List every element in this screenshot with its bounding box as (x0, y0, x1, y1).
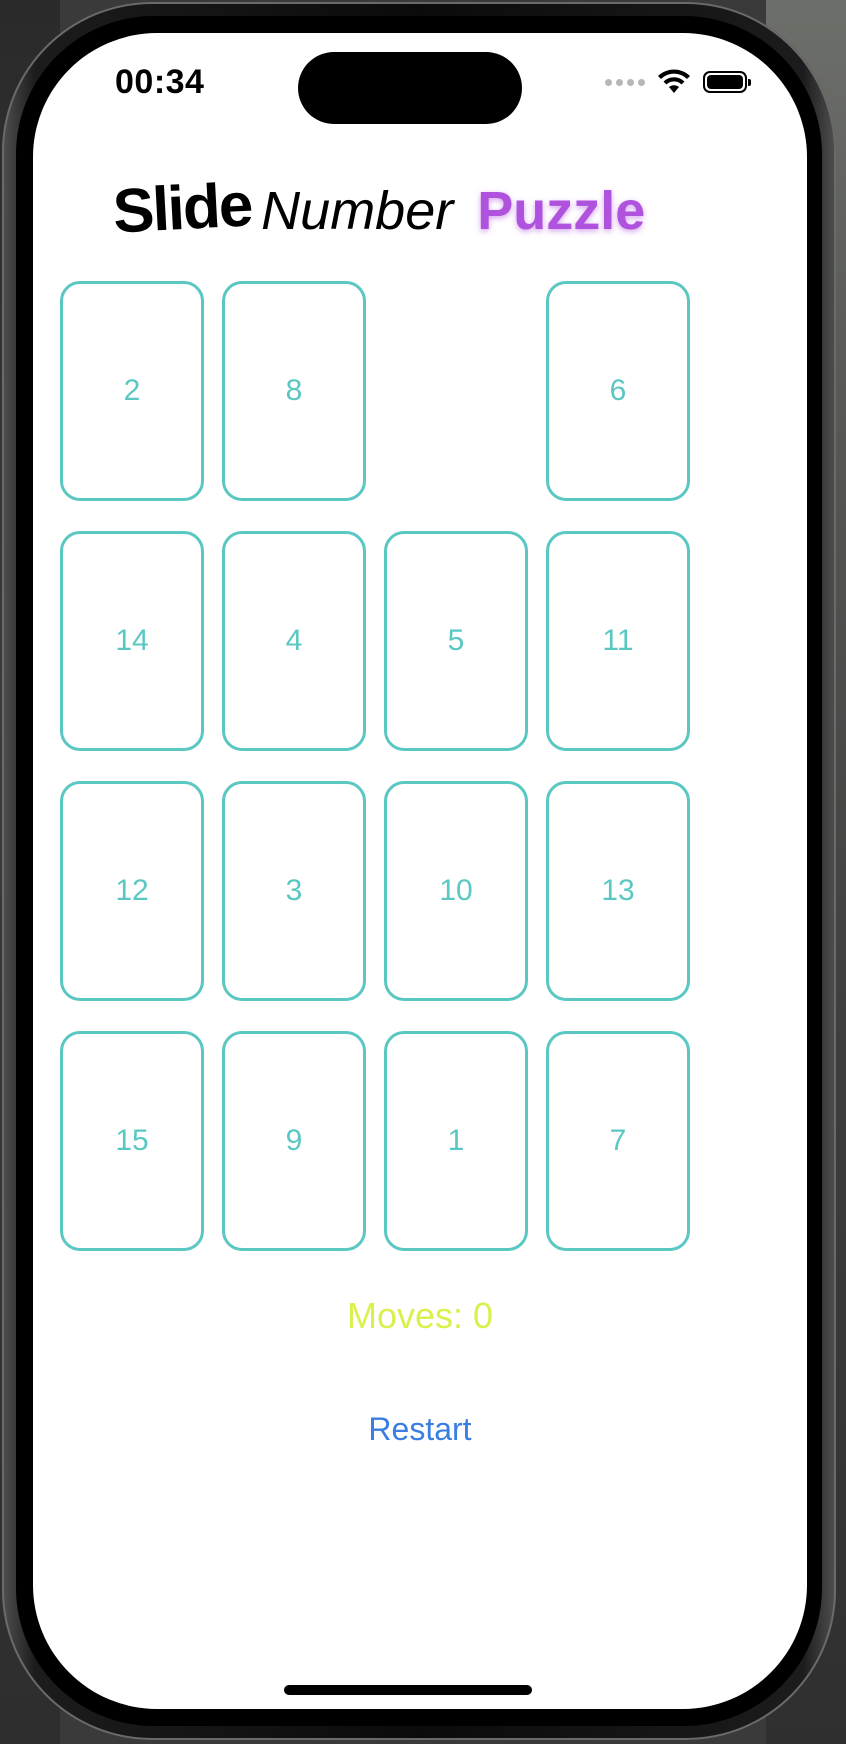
puzzle-tile[interactable]: 13 (546, 781, 690, 1001)
puzzle-tile[interactable]: 6 (546, 281, 690, 501)
puzzle-tile[interactable]: 12 (60, 781, 204, 1001)
puzzle-tile[interactable]: 9 (222, 1031, 366, 1251)
dynamic-island (298, 52, 522, 124)
battery-icon (703, 71, 751, 93)
puzzle-tile[interactable]: 7 (546, 1031, 690, 1251)
wifi-icon (658, 69, 690, 93)
title-puzzle: Puzzle (477, 181, 646, 241)
status-icons (605, 69, 751, 95)
puzzle-tile[interactable]: 3 (222, 781, 366, 1001)
puzzle-board: 2 8 6 14 4 5 11 12 3 10 13 15 9 1 7 (60, 281, 700, 1255)
puzzle-tile[interactable]: 4 (222, 531, 366, 751)
title-number: Number (261, 181, 454, 241)
puzzle-tile[interactable]: 14 (60, 531, 204, 751)
puzzle-tile[interactable]: 1 (384, 1031, 528, 1251)
status-time: 00:34 (115, 63, 205, 101)
puzzle-tile[interactable]: 2 (60, 281, 204, 501)
puzzle-tile[interactable]: 8 (222, 281, 366, 501)
app-title: Slide Number Puzzle (111, 170, 733, 253)
puzzle-tile[interactable]: 10 (384, 781, 528, 1001)
app-screen: 00:34 Slide Number Puzzle 2 8 6 14 4 5 11 12 3 10… (33, 33, 807, 1709)
puzzle-tile[interactable]: 11 (546, 531, 690, 751)
title-slide: Slide (111, 170, 253, 247)
moves-counter: Moves: 0 (346, 1295, 494, 1336)
cellular-dots-icon (605, 78, 645, 86)
restart-button[interactable]: Restart (320, 1399, 520, 1459)
home-indicator (284, 1685, 532, 1695)
puzzle-tile[interactable]: 5 (384, 531, 528, 751)
puzzle-tile[interactable]: 15 (60, 1031, 204, 1251)
